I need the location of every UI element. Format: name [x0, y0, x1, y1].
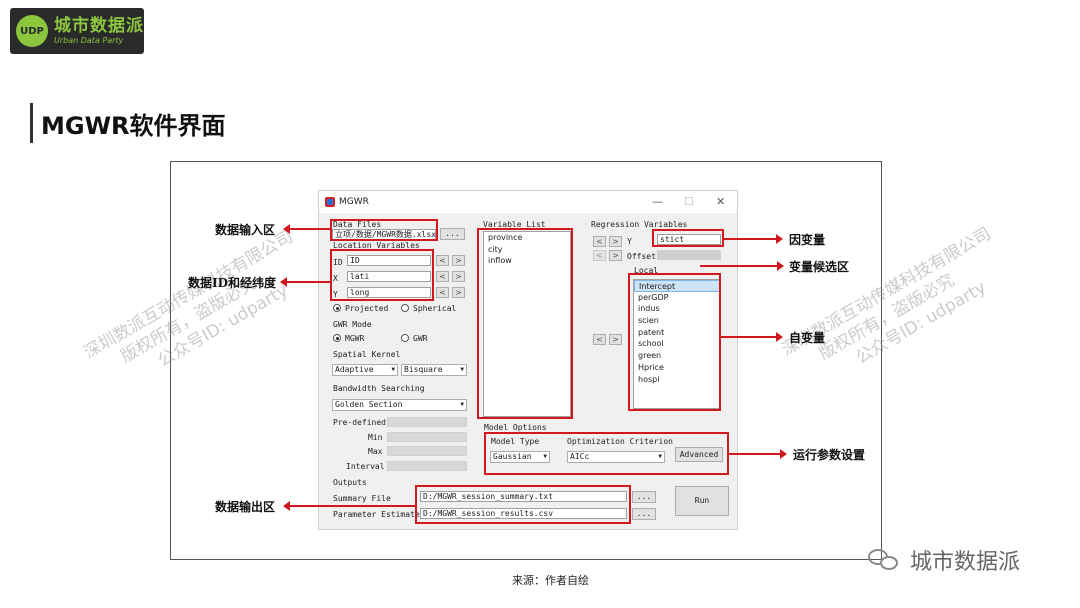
run-button[interactable]: Run — [675, 486, 729, 516]
interval-label: Interval — [346, 462, 385, 471]
annotation-independent-vars: 自变量 — [789, 331, 826, 345]
projected-radio[interactable] — [333, 304, 341, 312]
id-right-arrow-button[interactable]: > — [452, 255, 465, 266]
gwr-radio[interactable] — [401, 334, 409, 342]
regression-variables-label: Regression Variables — [591, 220, 688, 229]
bandwidth-searching-label: Bandwidth Searching — [333, 384, 425, 393]
min-label: Min — [368, 433, 383, 442]
arrow-candidate-vars — [700, 261, 784, 271]
spherical-label: Spherical — [413, 304, 457, 313]
local-left-arrow-button[interactable]: < — [593, 334, 606, 345]
bandwidth-method-chevron-icon: ▼ — [460, 401, 464, 408]
minimize-button[interactable]: — — [652, 195, 663, 208]
arrow-independent-vars — [721, 332, 783, 342]
parameter-estimates-label: Parameter Estimates — [333, 510, 425, 519]
close-button[interactable]: ✕ — [716, 195, 725, 208]
annotation-candidate-vars: 变量候选区 — [789, 260, 850, 274]
annotation-run-params: 运行参数设置 — [793, 448, 866, 462]
gwr-mode-label: GWR Mode — [333, 320, 372, 329]
wechat-brand: 城市数据派 — [868, 544, 1020, 576]
interval-field[interactable] — [387, 461, 467, 471]
highlight-local-vars — [628, 273, 721, 411]
spherical-radio[interactable] — [401, 304, 409, 312]
kernel-shape-chevron-icon: ▼ — [460, 366, 464, 373]
highlight-id-coords — [330, 249, 434, 301]
local-right-arrow-button[interactable]: > — [609, 334, 622, 345]
highlight-model-options — [484, 432, 729, 475]
kernel-type-select[interactable]: Adaptive ▼ — [332, 364, 398, 376]
id-left-arrow-button[interactable]: < — [436, 255, 449, 266]
projected-label: Projected — [345, 304, 389, 313]
window-titlebar: MGWR — ☐ ✕ — [319, 191, 737, 213]
kernel-type-chevron-icon: ▼ — [391, 366, 395, 373]
parameter-browse-button[interactable]: ... — [632, 508, 656, 520]
logo-subtitle: Urban Data Party — [54, 36, 124, 45]
highlight-data-input — [330, 219, 438, 241]
highlight-outputs — [415, 485, 631, 524]
summary-browse-button[interactable]: ... — [632, 491, 656, 503]
arrow-dependent-var — [724, 234, 783, 244]
predefined-label: Pre-defined — [333, 418, 386, 427]
annotation-dependent-var: 因变量 — [789, 233, 826, 247]
y-add-right-button[interactable]: > — [609, 236, 622, 247]
app-icon — [325, 197, 335, 207]
outputs-label: Outputs — [333, 478, 367, 487]
annotation-data-input: 数据输入区 — [215, 223, 276, 237]
wechat-icon — [868, 547, 902, 573]
arrow-data-output — [283, 501, 415, 511]
offset-left-button[interactable]: < — [593, 250, 606, 261]
arrow-id-coords — [280, 277, 330, 287]
offset-label: Offset — [627, 252, 656, 261]
title-accent-bar — [30, 103, 33, 143]
highlight-variable-list — [477, 228, 573, 419]
regression-y-label: Y — [627, 237, 632, 246]
wechat-brand-name: 城市数据派 — [910, 550, 1021, 575]
max-field[interactable] — [387, 446, 467, 456]
y-right-arrow-button[interactable]: > — [452, 287, 465, 298]
model-options-label: Model Options — [484, 423, 547, 432]
gwr-label: GWR — [413, 334, 428, 343]
data-file-browse-button[interactable]: ... — [440, 228, 465, 240]
annotation-id-coords: 数据ID和经纬度 — [188, 276, 277, 290]
window-title: MGWR — [339, 197, 369, 207]
x-left-arrow-button[interactable]: < — [436, 271, 449, 282]
max-label: Max — [368, 447, 383, 456]
predefined-field[interactable] — [387, 417, 467, 427]
annotation-data-output: 数据输出区 — [215, 500, 276, 514]
arrow-run-params — [729, 449, 787, 459]
offset-right-button[interactable]: > — [609, 250, 622, 261]
spatial-kernel-label: Spatial Kernel — [333, 350, 401, 359]
x-right-arrow-button[interactable]: > — [452, 271, 465, 282]
summary-file-label: Summary File — [333, 494, 391, 503]
page-title: MGWR软件界面 — [41, 112, 226, 140]
y-add-left-button[interactable]: < — [593, 236, 606, 247]
highlight-dependent-var — [652, 229, 724, 247]
logo-badge-icon: UDP — [16, 15, 48, 47]
kernel-shape-select[interactable]: Bisquare ▼ — [401, 364, 467, 376]
maximize-button[interactable]: ☐ — [684, 195, 694, 208]
bandwidth-method-select[interactable]: Golden Section ▼ — [332, 399, 467, 411]
y-left-arrow-button[interactable]: < — [436, 287, 449, 298]
source-caption: 来源：作者自绘 — [512, 574, 589, 587]
brand-logo: UDP 城市数据派 Urban Data Party — [10, 8, 144, 54]
offset-field[interactable] — [657, 250, 721, 260]
logo-name: 城市数据派 — [54, 16, 144, 36]
min-field[interactable] — [387, 432, 467, 442]
arrow-data-input — [283, 224, 330, 234]
mgwr-label: MGWR — [345, 334, 365, 343]
mgwr-radio[interactable] — [333, 334, 341, 342]
